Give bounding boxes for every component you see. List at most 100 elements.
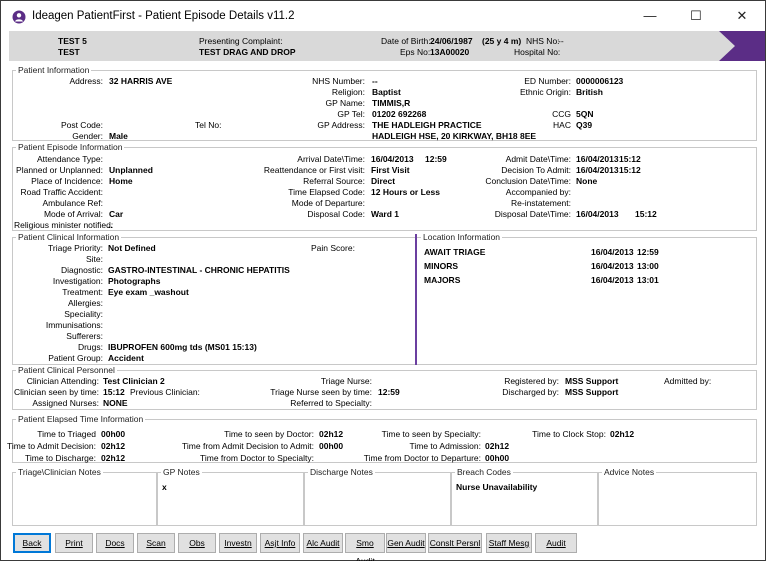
maximize-button[interactable]: ☐ xyxy=(673,1,719,31)
gp-notes-label: GP Notes xyxy=(161,467,202,477)
time-to-triaged-value: 00h00 xyxy=(101,429,126,439)
clinical-information-legend: Patient Clinical Information xyxy=(16,232,122,242)
disposal-code-label: Disposal Code: xyxy=(307,209,365,219)
hospital-label: Hospital No: xyxy=(514,47,561,57)
location-row-time: 13:01 xyxy=(637,275,659,285)
gp-notes-box[interactable]: GP Notes x xyxy=(157,467,304,526)
admit-decision-to-admit-label: Time from Admit Decision to Admit: xyxy=(182,441,314,451)
location-row-date: 16/04/2013 xyxy=(591,261,634,271)
ambulance-label: Ambulance Ref: xyxy=(42,198,103,208)
disposal-time-value: 15:12 xyxy=(635,209,657,219)
tel-label: Tel No: xyxy=(195,120,222,130)
gp-name-label: GP Name: xyxy=(325,98,365,108)
patient-group-label: Patient Group: xyxy=(48,353,103,363)
previous-clinician-label: Previous Clinician: xyxy=(130,387,200,397)
audit-button[interactable]: Audit xyxy=(535,533,577,553)
title-bar: Ideagen PatientFirst - Patient Episode D… xyxy=(1,1,765,31)
eps-value: 13A00020 xyxy=(430,47,470,57)
admit-date-value: 16/04/2013 xyxy=(576,154,619,164)
gp-address-line2: HADLEIGH HSE, 20 KIRKWAY, BH18 8EE xyxy=(372,131,537,141)
religion-label: Religion: xyxy=(331,87,365,97)
location-row-name: MAJORS xyxy=(424,275,461,285)
gen-audit-button[interactable]: Gen Audit xyxy=(386,533,426,553)
religion-value: Baptist xyxy=(372,87,401,97)
discharge-notes-box[interactable]: Discharge Notes xyxy=(304,467,451,526)
conslt-persnl-button[interactable]: Conslt Persnl xyxy=(428,533,482,553)
docs-button[interactable]: Docs xyxy=(96,533,134,553)
ccg-label: CCG xyxy=(552,109,571,119)
disposal-dt-label: Disposal Date\Time: xyxy=(494,209,571,219)
location-information-legend: Location Information xyxy=(421,232,503,242)
investigation-value: Photographs xyxy=(108,276,161,286)
minimize-button[interactable]: — xyxy=(627,1,673,31)
arrival-mode-value: Car xyxy=(109,209,124,219)
eps-label: Eps No: xyxy=(400,47,431,57)
referral-value: Direct xyxy=(371,176,396,186)
religious-label: Religious minister notified: xyxy=(14,220,114,230)
post-code-label: Post Code: xyxy=(60,120,103,130)
obs-button[interactable]: Obs xyxy=(178,533,216,553)
investn-button[interactable]: Investn xyxy=(219,533,257,553)
address-label: Address: xyxy=(69,76,103,86)
nhs-label: NHS No: xyxy=(526,36,560,46)
elapsed-code-value: 12 Hours or Less xyxy=(371,187,440,197)
patient-group-value: Accident xyxy=(108,353,144,363)
clock-stop-value: 02h12 xyxy=(610,429,635,439)
advice-notes-box[interactable]: Advice Notes xyxy=(598,467,757,526)
personnel-legend: Patient Clinical Personnel xyxy=(16,365,117,375)
referral-label: Referral Source: xyxy=(303,176,365,186)
allergies-label: Allergies: xyxy=(68,298,103,308)
admit-decision-to-admit-value: 00h00 xyxy=(319,441,344,451)
patient-information-legend: Patient Information xyxy=(16,65,92,75)
time-to-discharge-value: 02h12 xyxy=(101,453,126,463)
age-value: (25 y 4 m) xyxy=(482,36,522,46)
conclusion-value: None xyxy=(576,176,598,186)
asjt-info-button[interactable]: Asjt Info xyxy=(260,533,300,553)
disposal-date-value: 16/04/2013 xyxy=(576,209,619,219)
episode-information-legend: Patient Episode Information xyxy=(16,142,125,152)
nhs-number-value: -- xyxy=(372,76,378,86)
gp-address-label: GP Address: xyxy=(317,120,365,130)
gp-notes-text: x xyxy=(162,482,167,492)
advice-notes-label: Advice Notes xyxy=(602,467,657,477)
pain-score-label: Pain Score: xyxy=(311,243,355,253)
place-label: Place of Incidence: xyxy=(31,176,103,186)
nhs-number-label: NHS Number: xyxy=(312,76,365,86)
location-row-date: 16/04/2013 xyxy=(591,275,634,285)
location-row-time: 13:00 xyxy=(637,261,659,271)
breach-codes-label: Breach Codes xyxy=(455,467,513,477)
close-button[interactable]: ✕ xyxy=(719,1,765,31)
reinstatement-label: Re-instatement: xyxy=(511,198,571,208)
planned-value: Unplanned xyxy=(109,165,153,175)
staff-mesg-button[interactable]: Staff Mesg xyxy=(486,533,532,553)
gp-tel-label: GP Tel: xyxy=(337,109,365,119)
ethnic-value: British xyxy=(576,87,603,97)
referred-label: Referred to Specialty: xyxy=(290,398,372,408)
ccg-value: 5QN xyxy=(576,109,594,119)
patient-episode-window: Ideagen PatientFirst - Patient Episode D… xyxy=(0,0,766,561)
clinician-value: Test Clinician 2 xyxy=(103,376,165,386)
time-to-admit-decision-label: Time to Admit Decision: xyxy=(7,441,96,451)
discharge-notes-label: Discharge Notes xyxy=(308,467,375,477)
scan-button[interactable]: Scan xyxy=(137,533,175,553)
breach-codes-box[interactable]: Breach Codes Nurse Unavailability xyxy=(451,467,598,526)
registered-value: MSS Support xyxy=(565,376,619,386)
print-button[interactable]: Print xyxy=(55,533,93,553)
admit-time-value: 15:12 xyxy=(619,154,641,164)
decision-date-value: 16/04/2013 xyxy=(576,165,619,175)
doctor-to-departure-value: 00h00 xyxy=(485,453,510,463)
smo-audit-button[interactable]: Smo Audit xyxy=(345,533,385,561)
arrival-time-value: 12:59 xyxy=(425,154,447,164)
arrival-dt-label: Arrival Date\Time: xyxy=(297,154,365,164)
presenting-complaint-value: TEST DRAG AND DROP xyxy=(199,47,296,57)
triage-priority-value: Not Defined xyxy=(108,243,156,253)
time-to-admit-decision-value: 02h12 xyxy=(101,441,126,451)
gender-value: Male xyxy=(109,131,128,141)
triage-notes-box[interactable]: Triage\Clinician Notes xyxy=(12,467,157,526)
alc-audit-button[interactable]: Alc Audit xyxy=(303,533,343,553)
assigned-nurses-value: NONE xyxy=(103,398,128,408)
elapsed-legend: Patient Elapsed Time Information xyxy=(16,414,146,424)
back-button[interactable]: Back xyxy=(13,533,51,553)
diagnostic-label: Diagnostic: xyxy=(60,265,103,275)
rta-label: Road Traffic Accident: xyxy=(20,187,103,197)
